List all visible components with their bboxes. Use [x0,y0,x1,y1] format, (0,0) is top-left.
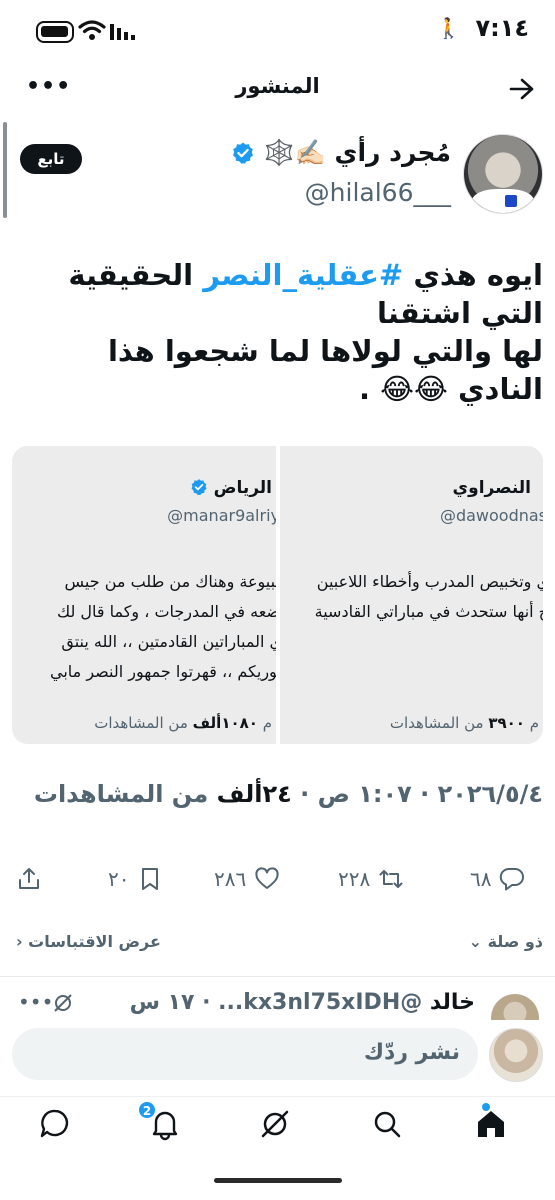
bookmark-count: ٢٠ [108,867,130,891]
person-icon: 🚶 [436,16,461,40]
post-meta: ٢٠٢٦/٥/٤ · ١:٠٧ ص · ٢٤ألف من المشاهدات [34,780,543,808]
repost-button[interactable]: ٢٢٨ [338,866,404,892]
message-icon [40,1109,69,1138]
quoted-line: ـوريكم ،، قهرتوا جمهور النصر مابي [50,662,276,681]
follow-button[interactable]: تابع [20,144,82,174]
post-views-label: من المشاهدات [33,780,217,808]
verified-badge-icon [191,479,207,496]
like-button[interactable]: ٢٨٦ [214,866,280,892]
quoted-views-left: م ١٠٨٠ألف من المشاهدات [94,714,272,732]
new-posts-dot [482,1103,490,1111]
reply-input[interactable]: نشر ردّك [12,1028,478,1080]
verified-badge-icon [232,142,253,164]
grok-icon [261,1110,289,1138]
quoted-views-count: ١٠٨٠ألف [192,714,258,732]
quotes-label: عرض الاقتباسات [28,932,161,951]
hashtag-link[interactable]: #عقلية_النصر [203,258,403,292]
bookmark-icon [142,868,159,890]
quoted-views-suffix: من المشاهدات [94,714,193,732]
post-actions: ٦٨ ٢٢٨ ٢٨٦ ٢٠ [0,860,555,906]
quoted-line: ضعه في المدرجات ، وكما قال لك [56,602,276,621]
reply-button[interactable]: ٦٨ [470,866,525,892]
heart-icon [255,867,279,889]
back-arrow-icon[interactable] [509,78,535,100]
author-name[interactable]: مُجرد رأي ✍🏻🕸️ [264,138,451,167]
author-avatar[interactable] [463,134,543,214]
post-header: ••• المنشور [0,62,555,116]
reply-placeholder: نشر ردّك [363,1040,460,1065]
wifi-icon [78,20,106,40]
quoted-views-prefix: م [257,714,272,732]
post-views-count[interactable]: ٢٤ألف [217,780,292,808]
media-image-left[interactable]: الرياض @manar9alriy مبيوعة وهناك من طلب … [12,446,276,744]
quoted-handle-right: @dawoodnas [439,506,543,525]
repost-icon [379,870,403,888]
reply-count: ٦٨ [470,867,492,891]
home-indicator[interactable] [214,1178,342,1183]
grok-icon[interactable] [52,992,74,1014]
like-count: ٢٨٦ [214,867,247,891]
related-label: ذو صلة [487,932,543,951]
share-icon [19,868,39,889]
nav-messages[interactable] [38,1107,72,1141]
bookmark-button[interactable]: ٢٠ [108,866,163,892]
battery-icon [36,21,74,43]
reply-header: خالد @kx3nl75xIDH... · ١٧ س [129,990,475,1015]
quoted-line: مبيوعة وهناك من طلب من جيس [64,572,276,591]
status-time: ٧:١٤ [475,14,529,42]
quoted-line: ي وتخبيص المدرب وأخطاء اللاعبين [316,572,543,591]
post-text: ايوه هذي #عقلية_النصر الحقيقية التي اشتق… [13,256,543,408]
quoted-name-left: الرياض [190,478,272,498]
media-image-right[interactable]: النصراوي @dawoodnas ي وتخبيص المدرب وأخط… [280,446,543,744]
nav-search[interactable] [370,1107,404,1141]
nav-notifications[interactable]: 2 [138,1101,182,1141]
share-button[interactable] [16,866,42,892]
quoted-views-suffix: من المشاهدات [389,714,489,732]
quoted-line: ج أنها ستحدث في مباراتي القادسية [314,602,543,621]
related-toggle[interactable]: ذو صلة ⌄ [469,932,543,951]
quoted-name-right: النصراوي [452,478,531,498]
reply-time: ١٧ س [129,990,195,1015]
nav-grok[interactable] [258,1107,292,1141]
repost-count: ٢٢٨ [338,867,371,891]
author-handle[interactable]: @hilal66___ [305,178,451,207]
reply-icon [500,867,525,891]
quoted-name-left-text: الرياض [213,478,272,498]
search-icon [374,1111,401,1138]
post-text-line2: لها والتي لولاها لما شجعوا هذا النادي 😂😂… [107,334,543,406]
post-text-line1-prefix: ايوه هذي [403,258,543,292]
quoted-handle-left: @manar9alriy [167,506,276,525]
nav-home[interactable] [474,1103,508,1141]
post-media: الرياض @manar9alriy مبيوعة وهناك من طلب … [12,446,543,744]
home-icon [478,1111,504,1137]
signal-icon [110,24,135,40]
reply-author-name[interactable]: خالد [430,990,475,1015]
bottom-nav: 2 [0,1096,555,1158]
post-datetime: ٢٠٢٦/٥/٤ · ١:٠٧ ص · [291,780,543,808]
quoted-views-right: م ٣٩٠٠ من المشاهدات [390,714,539,732]
quoted-views-count: ٣٩٠٠ [488,714,525,732]
status-bar: 🚶 ٧:١٤ [0,0,555,62]
notifications-badge: 2 [138,1101,156,1119]
chevron-left-icon: ‹ [16,932,23,951]
scroll-indicator[interactable] [3,122,7,218]
reply-compose-bar: نشر ردّك [0,1020,555,1086]
author-name-row[interactable]: مُجرد رأي ✍🏻🕸️ [231,138,451,168]
page-title: المنشور [235,74,320,98]
reply-preview[interactable]: خالد @kx3nl75xIDH... · ١٧ س ••• [0,980,555,1024]
quoted-views-prefix: م [524,714,539,732]
reply-more-icon[interactable]: ••• [18,990,53,1014]
divider [0,976,555,977]
chevron-down-icon: ⌄ [468,932,482,951]
my-avatar[interactable] [489,1028,543,1082]
quoted-line: ي المباراتين القادمتين ،، الله ينتق [61,632,276,651]
reply-author-handle: @kx3nl75xIDH... [218,990,423,1015]
view-quotes-link[interactable]: عرض الاقتباسات ‹ [16,932,161,951]
